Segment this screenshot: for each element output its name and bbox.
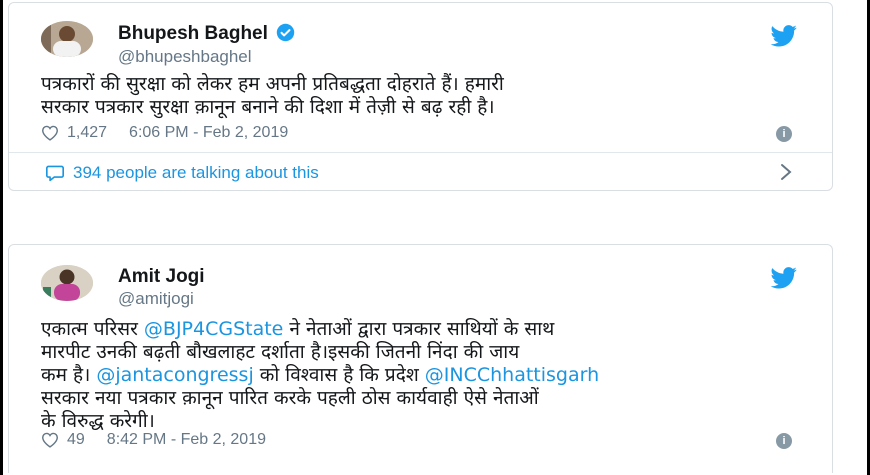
- timestamp[interactable]: 8:42 PM - Feb 2, 2019: [107, 431, 266, 449]
- like-count[interactable]: 49: [67, 431, 85, 449]
- left-frame-border: [0, 0, 3, 475]
- tweet-card-amit[interactable]: Amit Jogi @amitjogi एकात्म परिसर @BJP4CG…: [8, 244, 833, 473]
- display-name[interactable]: Bhupesh Baghel: [118, 23, 295, 45]
- avatar[interactable]: [41, 21, 93, 57]
- tweet-text-line: सरकार नया पत्रकार क़ानून पारित करके पहली…: [41, 387, 539, 409]
- tweet-text-line: कम है। @jantacongressj को विश्वास है कि …: [41, 364, 600, 386]
- tweet-text-line: के विरुद्ध करेगी।: [41, 410, 155, 432]
- display-name-text[interactable]: Bhupesh Baghel: [118, 23, 268, 44]
- divider: [9, 152, 832, 153]
- avatar[interactable]: [41, 265, 93, 301]
- tweet-text-line: सरकार पत्रकार सुरक्षा क़ानून बनाने की दि…: [41, 96, 495, 118]
- mention-link[interactable]: @jantacongressj: [96, 364, 253, 386]
- display-name[interactable]: Amit Jogi: [118, 266, 205, 288]
- chevron-right-icon[interactable]: [780, 163, 792, 181]
- user-handle[interactable]: @amitjogi: [118, 289, 194, 309]
- info-icon[interactable]: i: [776, 433, 792, 449]
- tweet-text-line: मारपीट उनकी बढ़ती बौखलाहट दर्शाता है।इसक…: [41, 341, 520, 363]
- tweet-text-line: एकात्म परिसर @BJP4CGState ने नेताओं द्वा…: [41, 318, 555, 340]
- twitter-bird-icon[interactable]: [770, 25, 798, 47]
- tweet-card-bhupesh[interactable]: Bhupesh Baghel @bhupeshbaghel पत्रकारों …: [8, 2, 833, 191]
- verified-badge-icon: [276, 23, 295, 42]
- conversation-link[interactable]: 394 people are talking about this: [45, 163, 319, 183]
- timestamp[interactable]: 6:06 PM - Feb 2, 2019: [129, 124, 288, 142]
- heart-icon[interactable]: [41, 125, 59, 141]
- tweet-text: पत्रकारों की सुरक्षा को लेकर हम अपनी प्र…: [41, 73, 810, 119]
- mention-link[interactable]: @INCChhattisgarh: [425, 364, 599, 386]
- like-count[interactable]: 1,427: [67, 124, 107, 142]
- tweet-meta: 1,427 6:06 PM - Feb 2, 2019: [41, 124, 288, 142]
- user-handle[interactable]: @bhupeshbaghel: [118, 47, 252, 67]
- tweet-meta: 49 8:42 PM - Feb 2, 2019: [41, 431, 266, 449]
- heart-icon[interactable]: [41, 432, 59, 448]
- speech-bubble-icon: [45, 165, 64, 182]
- info-icon[interactable]: i: [776, 126, 792, 142]
- tweet-text-line: पत्रकारों की सुरक्षा को लेकर हम अपनी प्र…: [41, 73, 504, 95]
- tweet-text: एकात्म परिसर @BJP4CGState ने नेताओं द्वा…: [41, 318, 810, 433]
- display-name-text[interactable]: Amit Jogi: [118, 266, 205, 287]
- mention-link[interactable]: @BJP4CGState: [144, 318, 283, 340]
- twitter-bird-icon[interactable]: [770, 267, 798, 289]
- talking-about-text[interactable]: 394 people are talking about this: [73, 163, 319, 183]
